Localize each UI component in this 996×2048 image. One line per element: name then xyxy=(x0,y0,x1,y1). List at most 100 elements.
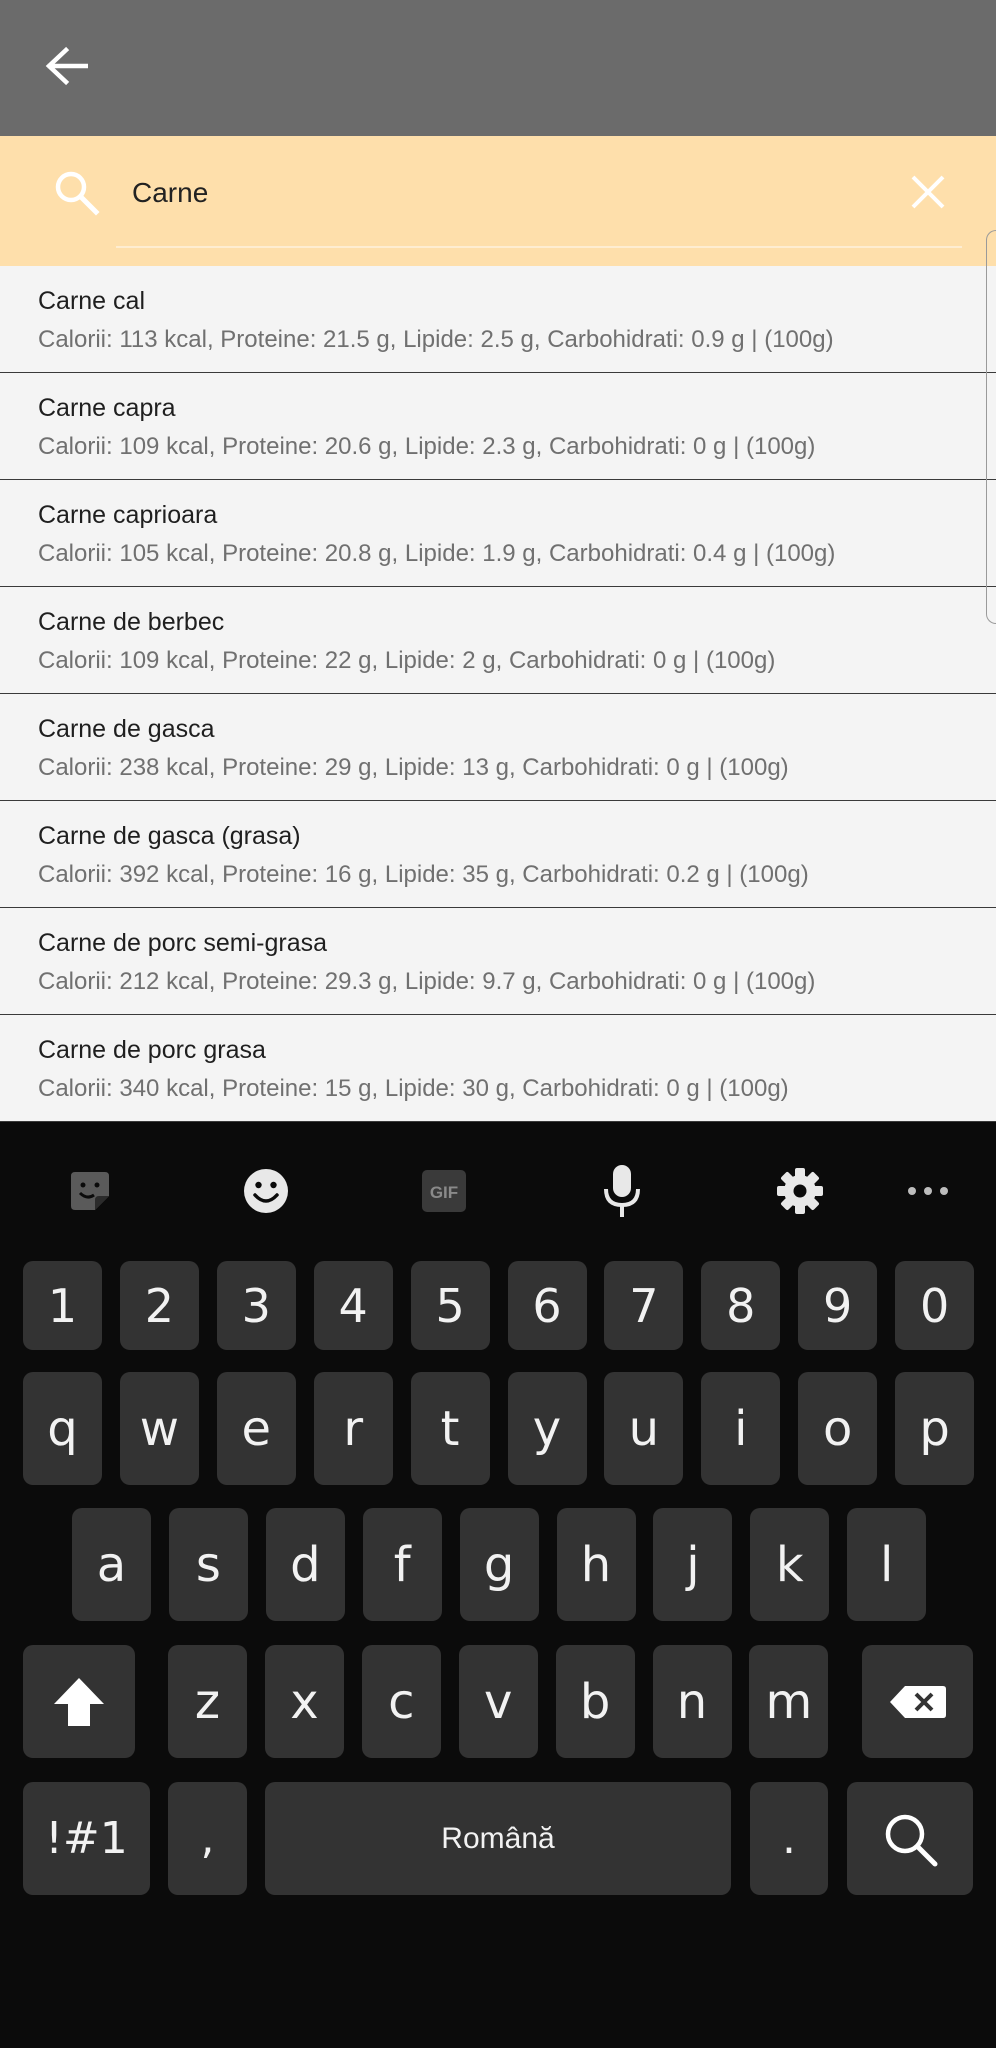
key-v[interactable]: v xyxy=(458,1645,538,1758)
key-label: c xyxy=(388,1673,415,1730)
key-k[interactable]: k xyxy=(750,1508,830,1621)
key-c[interactable]: c xyxy=(361,1645,441,1758)
key-w[interactable]: w xyxy=(119,1372,199,1485)
voice-input-button[interactable] xyxy=(598,1158,646,1224)
space-key[interactable]: Română xyxy=(265,1782,731,1895)
key-7[interactable]: 7 xyxy=(604,1261,684,1350)
backspace-key[interactable] xyxy=(862,1645,973,1758)
more-icon xyxy=(908,1187,948,1195)
key-label: 8 xyxy=(726,1278,756,1333)
key-label: y xyxy=(532,1400,562,1457)
more-options-button[interactable] xyxy=(904,1158,952,1224)
key-label: 3 xyxy=(241,1278,271,1333)
key-8[interactable]: 8 xyxy=(701,1261,781,1350)
period-key[interactable]: . xyxy=(750,1782,828,1895)
key-t[interactable]: t xyxy=(410,1372,490,1485)
results-list: Carne cal Calorii: 113 kcal, Proteine: 21… xyxy=(0,266,996,1122)
key-label: h xyxy=(580,1536,612,1593)
key-label: 1 xyxy=(47,1278,78,1333)
key-6[interactable]: 6 xyxy=(507,1261,587,1350)
symbols-key-label: !#1 xyxy=(45,1813,128,1864)
key-x[interactable]: x xyxy=(264,1645,344,1758)
key-e[interactable]: e xyxy=(216,1372,296,1485)
symbols-key[interactable]: !#1 xyxy=(23,1782,150,1895)
result-nutrition-info: Calorii: 212 kcal, Proteine: 29.3 g, Lip… xyxy=(38,968,816,995)
key-j[interactable]: j xyxy=(653,1508,733,1621)
key-label: v xyxy=(483,1673,513,1730)
emoji-button[interactable] xyxy=(238,1158,294,1224)
comma-key[interactable]: , xyxy=(168,1782,247,1895)
scroll-indicator[interactable] xyxy=(986,230,996,624)
key-h[interactable]: h xyxy=(556,1508,636,1621)
key-3[interactable]: 3 xyxy=(216,1261,296,1350)
key-0[interactable]: 0 xyxy=(895,1261,975,1350)
key-d[interactable]: d xyxy=(265,1508,345,1621)
key-y[interactable]: y xyxy=(507,1372,587,1485)
key-u[interactable]: u xyxy=(604,1372,684,1485)
result-name: Carne de berbec xyxy=(38,608,225,636)
key-2[interactable]: 2 xyxy=(119,1261,199,1350)
key-9[interactable]: 9 xyxy=(798,1261,878,1350)
keyboard-settings-button[interactable] xyxy=(774,1158,826,1224)
result-nutrition-info: Calorii: 109 kcal, Proteine: 20.6 g, Lip… xyxy=(38,433,816,460)
key-label: d xyxy=(290,1536,321,1593)
result-item[interactable]: Carne capra Calorii: 109 kcal, Proteine: … xyxy=(0,373,996,480)
key-5[interactable]: 5 xyxy=(410,1261,490,1350)
key-q[interactable]: q xyxy=(23,1372,102,1485)
key-z[interactable]: z xyxy=(168,1645,247,1758)
search-input[interactable] xyxy=(132,163,892,223)
key-p[interactable]: p xyxy=(895,1372,975,1485)
result-item[interactable]: Carne de gasca (grasa) Calorii: 392 kcal,… xyxy=(0,801,996,908)
key-label: i xyxy=(734,1400,748,1457)
key-l[interactable]: l xyxy=(847,1508,927,1621)
microphone-icon xyxy=(604,1165,640,1217)
key-label: o xyxy=(823,1400,853,1457)
comma-key-label: , xyxy=(200,1813,215,1864)
key-label: r xyxy=(343,1400,364,1457)
result-nutrition-info: Calorii: 340 kcal, Proteine: 15 g, Lipid… xyxy=(38,1075,789,1102)
gif-button[interactable]: GIF xyxy=(418,1158,470,1224)
key-m[interactable]: m xyxy=(749,1645,829,1758)
result-item[interactable]: Carne de gasca Calorii: 238 kcal, Protein… xyxy=(0,694,996,801)
key-label: l xyxy=(880,1536,894,1593)
key-label: a xyxy=(96,1536,127,1593)
key-g[interactable]: g xyxy=(459,1508,539,1621)
key-label: g xyxy=(483,1536,515,1593)
result-name: Carne de porc semi-grasa xyxy=(38,929,328,957)
arrow-left-icon xyxy=(45,46,88,86)
key-r[interactable]: r xyxy=(313,1372,393,1485)
search-underline xyxy=(116,246,962,248)
key-label: w xyxy=(139,1400,180,1457)
back-button[interactable] xyxy=(36,32,96,100)
result-item[interactable]: Carne cal Calorii: 113 kcal, Proteine: 21… xyxy=(0,266,996,373)
key-label: 6 xyxy=(532,1278,562,1333)
result-item[interactable]: Carne caprioara Calorii: 105 kcal, Protei… xyxy=(0,480,996,587)
shift-key[interactable] xyxy=(23,1645,135,1758)
key-label: p xyxy=(919,1400,950,1457)
sticker-button[interactable] xyxy=(62,1158,118,1224)
key-label: 0 xyxy=(919,1278,950,1333)
key-a[interactable]: a xyxy=(72,1508,151,1621)
key-n[interactable]: n xyxy=(652,1645,732,1758)
key-1[interactable]: 1 xyxy=(23,1261,102,1350)
key-label: z xyxy=(194,1673,221,1730)
key-label: j xyxy=(686,1536,700,1593)
result-item[interactable]: Carne de porc semi-grasa Calorii: 212 kca… xyxy=(0,908,996,1015)
key-4[interactable]: 4 xyxy=(313,1261,393,1350)
key-label: s xyxy=(195,1536,221,1593)
key-s[interactable]: s xyxy=(168,1508,248,1621)
svg-text:GIF: GIF xyxy=(430,1183,458,1202)
search-enter-key[interactable] xyxy=(847,1782,973,1895)
key-o[interactable]: o xyxy=(798,1372,878,1485)
key-i[interactable]: i xyxy=(701,1372,781,1485)
result-name: Carne de gasca (grasa) xyxy=(38,822,301,850)
key-label: n xyxy=(676,1673,708,1730)
result-item[interactable]: Carne de berbec Calorii: 109 kcal, Protei… xyxy=(0,587,996,694)
sticker-icon xyxy=(71,1172,109,1210)
key-b[interactable]: b xyxy=(555,1645,635,1758)
result-item[interactable]: Carne de porc grasa Calorii: 340 kcal, Pr… xyxy=(0,1015,996,1122)
key-label: b xyxy=(579,1673,611,1730)
result-nutrition-info: Calorii: 113 kcal, Proteine: 21.5 g, Lip… xyxy=(38,326,834,353)
key-f[interactable]: f xyxy=(362,1508,442,1621)
clear-search-button[interactable] xyxy=(904,164,952,220)
